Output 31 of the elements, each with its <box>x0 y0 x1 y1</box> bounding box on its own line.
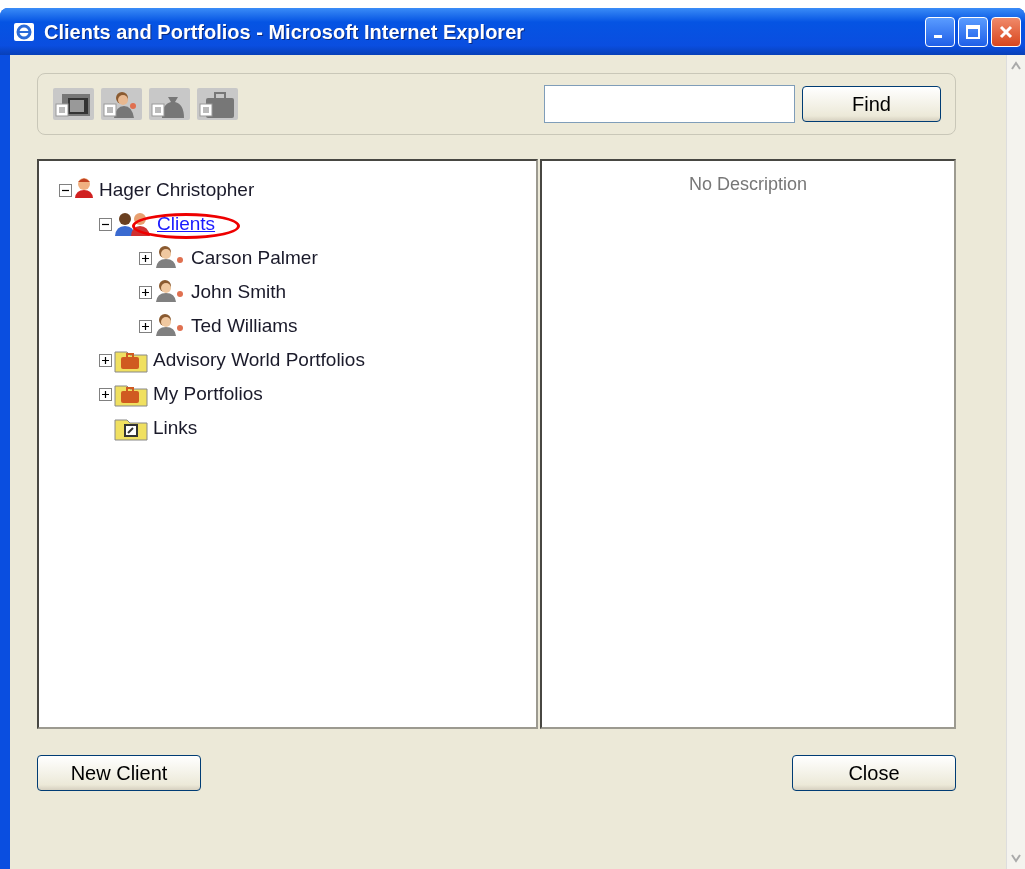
expand-icon[interactable] <box>139 285 152 299</box>
close-icon <box>998 23 1014 40</box>
briefcase-icon[interactable] <box>197 88 238 120</box>
tree-item[interactable]: John Smith <box>190 277 288 307</box>
find-button[interactable]: Find <box>802 86 941 122</box>
folder-icon[interactable] <box>53 88 94 120</box>
tree-item[interactable]: Carson Palmer <box>190 243 319 273</box>
tree-item[interactable]: My Portfolios <box>152 379 264 409</box>
maximize-icon <box>965 23 981 40</box>
expand-icon[interactable] <box>139 251 152 265</box>
window-close-button[interactable] <box>991 16 1021 47</box>
expand-icon[interactable] <box>139 319 152 333</box>
new-client-button[interactable]: New Client <box>37 755 201 791</box>
minimize-button[interactable] <box>925 16 955 47</box>
maximize-button[interactable] <box>958 16 988 47</box>
search-field[interactable] <box>544 85 795 123</box>
window-title: Clients and Portfolios - Microsoft Internet Explorer <box>44 19 526 45</box>
collapse-icon[interactable] <box>99 217 112 231</box>
bag-icon[interactable] <box>149 88 190 120</box>
close-button[interactable]: Close <box>792 755 956 791</box>
tree-item[interactable]: Advisory World Portfolios <box>152 345 366 375</box>
tree-item[interactable]: Links <box>152 413 199 443</box>
collapse-icon[interactable] <box>59 183 72 197</box>
tree-item[interactable]: Hager Christopher <box>98 175 256 205</box>
description-text: No Description <box>688 174 807 194</box>
person-icon[interactable] <box>101 88 142 120</box>
expand-icon[interactable] <box>99 387 112 401</box>
minimize-icon <box>934 35 942 38</box>
tree-item[interactable]: Ted Williams <box>190 311 299 341</box>
tree-item[interactable]: Clients <box>156 209 217 239</box>
expand-icon[interactable] <box>99 353 112 367</box>
